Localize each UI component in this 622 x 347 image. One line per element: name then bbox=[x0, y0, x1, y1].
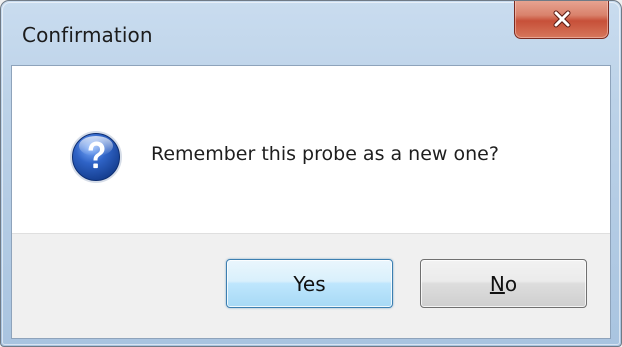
confirmation-dialog: Confirmation Remember this probe as a ne… bbox=[0, 0, 622, 347]
yes-button[interactable]: Yes bbox=[226, 259, 393, 308]
close-icon bbox=[552, 10, 572, 28]
no-button-mnemonic: N bbox=[489, 271, 505, 296]
dialog-client-area: Remember this probe as a new one? Yes No bbox=[11, 65, 611, 339]
message-text: Remember this probe as a new one? bbox=[151, 143, 499, 165]
no-button[interactable]: No bbox=[420, 259, 587, 308]
yes-button-label: Yes bbox=[293, 271, 326, 296]
close-button[interactable] bbox=[514, 1, 609, 39]
no-button-label-rest: o bbox=[504, 271, 518, 296]
window-title: Confirmation bbox=[22, 23, 153, 47]
message-area: Remember this probe as a new one? bbox=[12, 66, 610, 233]
title-bar[interactable]: Confirmation bbox=[1, 1, 621, 65]
button-bar: Yes No bbox=[12, 233, 610, 338]
question-icon bbox=[68, 129, 124, 185]
no-button-label: No bbox=[490, 272, 517, 296]
